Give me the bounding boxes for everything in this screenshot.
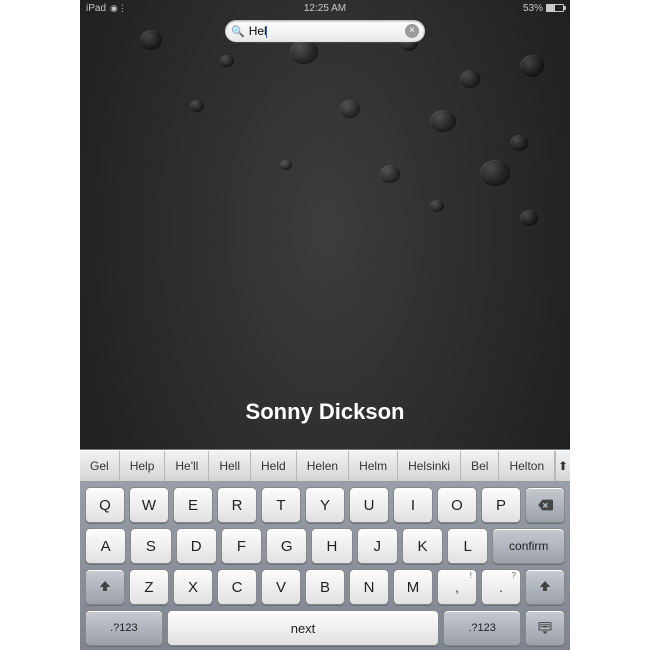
key-c[interactable]: C <box>217 569 257 605</box>
key-d[interactable]: D <box>176 528 217 564</box>
decor-water-drop <box>340 100 360 118</box>
status-time: 12:25 AM <box>304 3 346 14</box>
ipad-spotlight-screen: iPad ◉⋮ 12:25 AM 53% 🔍 Hel × Sonny Dicks… <box>80 0 570 650</box>
clear-search-button[interactable]: × <box>405 24 419 38</box>
spotlight-search-field[interactable]: 🔍 Hel × <box>225 20 425 42</box>
key-row-3: Z X C V B N M !, ?. <box>80 569 570 605</box>
shift-icon <box>97 579 113 595</box>
key-l[interactable]: L <box>447 528 488 564</box>
shift-key-right[interactable] <box>525 569 565 605</box>
wifi-icon: ◉⋮ <box>110 3 127 14</box>
key-e[interactable]: E <box>173 487 213 523</box>
suggestion-item[interactable]: Held <box>251 451 297 481</box>
suggestion-item[interactable]: Helton <box>499 451 555 481</box>
battery-icon <box>546 4 564 12</box>
key-q[interactable]: Q <box>85 487 125 523</box>
key-b[interactable]: B <box>305 569 345 605</box>
key-i[interactable]: I <box>393 487 433 523</box>
decor-water-drop <box>460 70 480 88</box>
decor-water-drop <box>520 55 544 77</box>
key-n[interactable]: N <box>349 569 389 605</box>
key-k[interactable]: K <box>402 528 443 564</box>
shift-key[interactable] <box>85 569 125 605</box>
key-w[interactable]: W <box>129 487 169 523</box>
decor-water-drop <box>430 200 444 212</box>
key-period[interactable]: ?. <box>481 569 521 605</box>
key-j[interactable]: J <box>357 528 398 564</box>
decor-water-drop <box>480 160 510 186</box>
carrier-label: iPad <box>86 3 106 14</box>
suggestion-item[interactable]: Help <box>120 451 166 481</box>
key-y[interactable]: Y <box>305 487 345 523</box>
key-h[interactable]: H <box>311 528 352 564</box>
suggestion-item[interactable]: Hell <box>209 451 251 481</box>
key-m[interactable]: M <box>393 569 433 605</box>
key-v[interactable]: V <box>261 569 301 605</box>
decor-water-drop <box>290 40 318 64</box>
number-switch-key[interactable]: .?123 <box>85 610 163 646</box>
backspace-key[interactable] <box>525 487 565 523</box>
key-r[interactable]: R <box>217 487 257 523</box>
key-t[interactable]: T <box>261 487 301 523</box>
suggestion-item[interactable]: Helm <box>349 451 398 481</box>
shift-icon <box>537 579 553 595</box>
decor-water-drop <box>190 100 204 112</box>
hide-keyboard-icon <box>537 620 553 636</box>
onscreen-keyboard: Gel Help He'll Hell Held Helen Helm Hels… <box>80 449 570 650</box>
decor-water-drop <box>510 135 528 151</box>
suggestion-scroll-up-icon[interactable]: ⬆ <box>555 451 570 481</box>
decor-water-drop <box>140 30 162 50</box>
search-icon: 🔍 <box>231 25 245 38</box>
search-value: Hel <box>249 24 405 38</box>
suggestion-item[interactable]: Helsinki <box>398 451 461 481</box>
suggestion-bar: Gel Help He'll Hell Held Helen Helm Hels… <box>80 450 570 482</box>
status-bar: iPad ◉⋮ 12:25 AM 53% <box>80 0 570 16</box>
key-o[interactable]: O <box>437 487 477 523</box>
number-switch-key-right[interactable]: .?123 <box>443 610 521 646</box>
key-z[interactable]: Z <box>129 569 169 605</box>
hide-keyboard-key[interactable] <box>525 610 565 646</box>
confirm-key[interactable]: confirm <box>492 528 565 564</box>
suggestion-item[interactable]: Bel <box>461 451 499 481</box>
key-comma[interactable]: !, <box>437 569 477 605</box>
key-p[interactable]: P <box>481 487 521 523</box>
key-g[interactable]: G <box>266 528 307 564</box>
key-u[interactable]: U <box>349 487 389 523</box>
backspace-icon <box>537 497 553 513</box>
key-row-2: A S D F G H J K L confirm <box>80 528 570 564</box>
space-key[interactable]: next <box>167 610 440 646</box>
suggestion-item[interactable]: Helen <box>297 451 349 481</box>
key-f[interactable]: F <box>221 528 262 564</box>
key-s[interactable]: S <box>130 528 171 564</box>
decor-water-drop <box>280 160 292 170</box>
key-row-4: .?123 next .?123 <box>80 610 570 646</box>
suggestion-item[interactable]: Gel <box>80 451 120 481</box>
suggestion-item[interactable]: He'll <box>165 451 209 481</box>
key-row-1: Q W E R T Y U I O P <box>80 487 570 523</box>
key-a[interactable]: A <box>85 528 126 564</box>
decor-water-drop <box>520 210 538 226</box>
watermark-text: Sonny Dickson <box>80 399 570 425</box>
key-x[interactable]: X <box>173 569 213 605</box>
decor-water-drop <box>220 55 234 67</box>
decor-water-drop <box>380 165 400 183</box>
decor-water-drop <box>430 110 456 132</box>
battery-percent: 53% <box>523 3 543 14</box>
